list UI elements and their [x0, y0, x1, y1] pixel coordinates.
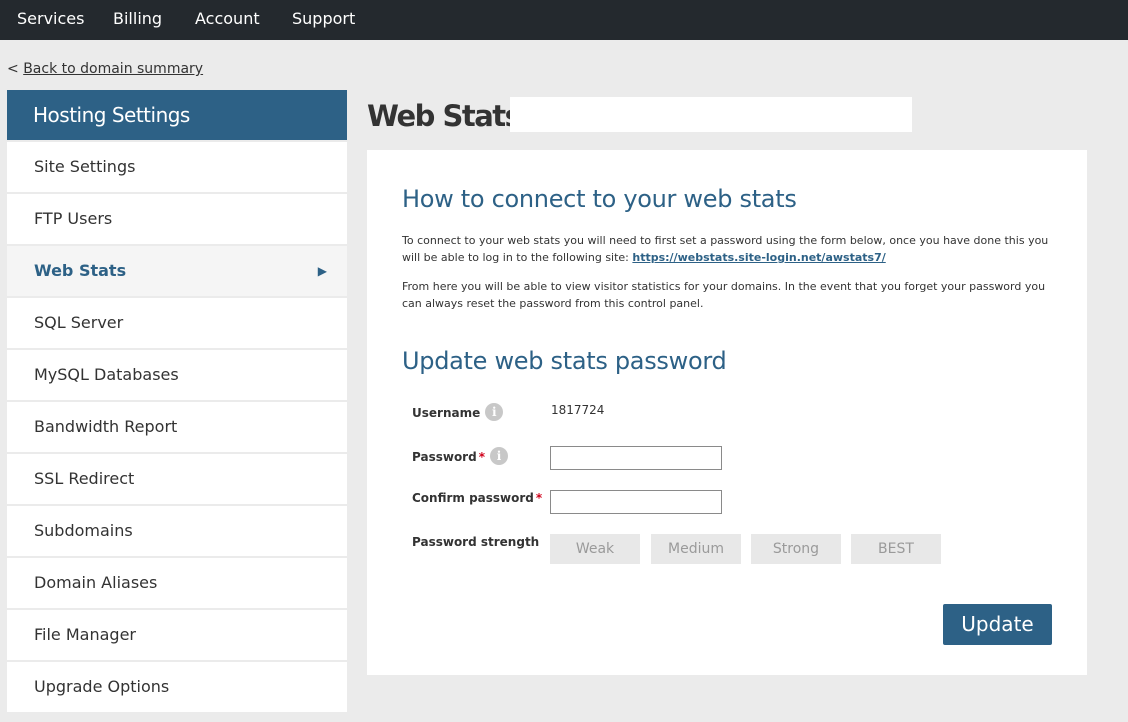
sidebar-item-label: MySQL Databases: [34, 365, 179, 384]
sidebar-item-label: Subdomains: [34, 521, 133, 540]
page-title: Web Stats:: [367, 99, 532, 133]
password-strength-label: Password strength: [412, 535, 540, 549]
sidebar-item-label: FTP Users: [34, 209, 113, 228]
sidebar-item-web-stats[interactable]: Web Stats ▶: [7, 244, 347, 296]
required-marker: *: [535, 491, 543, 505]
confirm-password-label-text: Confirm password: [412, 491, 534, 505]
webstats-login-link[interactable]: https://webstats.site-login.net/awstats7…: [632, 251, 885, 264]
nav-services[interactable]: Services: [17, 0, 84, 40]
sidebar-item-ssl-redirect[interactable]: SSL Redirect: [7, 452, 347, 504]
username-label-text: Username: [412, 406, 481, 420]
sidebar-item-upgrade-options[interactable]: Upgrade Options: [7, 660, 347, 712]
hosting-settings-sidebar: Hosting Settings Site Settings FTP Users…: [7, 90, 347, 712]
sidebar-item-label: SQL Server: [34, 313, 124, 332]
password-input[interactable]: [550, 446, 722, 470]
connect-heading: How to connect to your web stats: [402, 185, 797, 213]
sidebar-item-label: Domain Aliases: [34, 573, 158, 592]
nav-billing[interactable]: Billing: [113, 0, 162, 40]
sidebar-item-label: SSL Redirect: [34, 469, 135, 488]
sidebar-item-sql-server[interactable]: SQL Server: [7, 296, 347, 348]
nav-support[interactable]: Support: [292, 0, 355, 40]
strength-best: BEST: [851, 534, 941, 564]
active-arrow-icon: ▶: [317, 264, 327, 278]
connect-instructions: To connect to your web stats you will ne…: [402, 232, 1057, 266]
password-info-icon[interactable]: i: [489, 446, 508, 465]
web-stats-panel: How to connect to your web stats To conn…: [367, 150, 1087, 675]
connect-note: From here you will be able to view visit…: [402, 280, 1046, 310]
sidebar-item-label: Bandwidth Report: [34, 417, 178, 436]
sidebar-item-subdomains[interactable]: Subdomains: [7, 504, 347, 556]
top-navigation: Services Billing Account Support: [0, 0, 1128, 40]
sidebar-item-label: File Manager: [34, 625, 136, 644]
strength-medium: Medium: [651, 534, 741, 564]
strength-weak: Weak: [550, 534, 640, 564]
sidebar-item-ftp-users[interactable]: FTP Users: [7, 192, 347, 244]
username-label: Username i: [412, 402, 504, 421]
sidebar-item-file-manager[interactable]: File Manager: [7, 608, 347, 660]
page-title-area: Web Stats:: [367, 96, 532, 136]
nav-account[interactable]: Account: [195, 0, 260, 40]
sidebar-title: Hosting Settings: [7, 90, 347, 140]
confirm-password-input[interactable]: [550, 490, 722, 514]
sidebar-item-domain-aliases[interactable]: Domain Aliases: [7, 556, 347, 608]
sidebar-item-site-settings[interactable]: Site Settings: [7, 140, 347, 192]
sidebar-item-mysql-databases[interactable]: MySQL Databases: [7, 348, 347, 400]
sidebar-item-label: Site Settings: [34, 157, 136, 176]
required-marker: *: [478, 450, 485, 464]
password-label: Password * i: [412, 446, 508, 465]
username-info-icon[interactable]: i: [485, 402, 504, 421]
confirm-password-label: Confirm password *: [412, 491, 542, 505]
sidebar-item-label: Web Stats: [34, 261, 127, 280]
sidebar-item-bandwidth-report[interactable]: Bandwidth Report: [7, 400, 347, 452]
update-button[interactable]: Update: [943, 604, 1052, 645]
update-password-heading: Update web stats password: [402, 347, 727, 375]
sidebar-item-label: Upgrade Options: [34, 677, 170, 696]
strength-strong: Strong: [751, 534, 841, 564]
back-prefix: <: [7, 61, 19, 77]
password-label-text: Password: [412, 450, 477, 464]
back-to-domain-summary-link[interactable]: Back to domain summary: [23, 61, 203, 77]
redacted-domain-block: [510, 97, 912, 132]
back-nav: < Back to domain summary: [7, 61, 203, 77]
username-value: 1817724: [551, 403, 605, 417]
